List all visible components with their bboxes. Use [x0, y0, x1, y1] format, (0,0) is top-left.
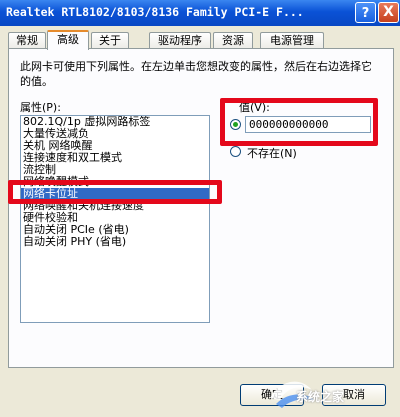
not-present-radio-button[interactable] — [230, 146, 241, 157]
tab-driver[interactable]: 驱动程序 — [149, 32, 211, 49]
highlight-box-value — [220, 98, 378, 146]
close-button[interactable]: X — [378, 2, 399, 23]
help-button[interactable]: ? — [355, 2, 376, 23]
advanced-panel: 此网卡可使用下列属性。在左边单击您想改变的属性，然后在右边选择它的值。 属性(P… — [8, 48, 394, 368]
panel-description: 此网卡可使用下列属性。在左边单击您想改变的属性，然后在右边选择它的值。 — [20, 60, 372, 88]
properties-label: 属性(P): — [20, 101, 61, 114]
tab-general[interactable]: 常规 — [8, 32, 46, 49]
tab-resources[interactable]: 资源 — [213, 32, 253, 49]
list-item[interactable]: 自动关闭 PHY (省电) — [21, 236, 209, 248]
not-present-label: 不存在(N) — [247, 147, 297, 160]
highlight-box-property — [8, 180, 222, 204]
watermark-text: 系统之家 — [296, 390, 345, 404]
title-bar: Realtek RTL8102/8103/8136 Family PCI-E F… — [0, 0, 400, 26]
tab-advanced[interactable]: 高级 — [47, 30, 89, 50]
window-title: Realtek RTL8102/8103/8136 Family PCI-E F… — [6, 5, 304, 19]
tab-about[interactable]: 关于 — [91, 32, 129, 49]
properties-listbox[interactable]: 802.1Q/1p 虚拟网路标签 大量传送减负 关机 网络唤醒 连接速度和双工模… — [20, 115, 210, 323]
tab-power-management[interactable]: 电源管理 — [260, 32, 324, 49]
